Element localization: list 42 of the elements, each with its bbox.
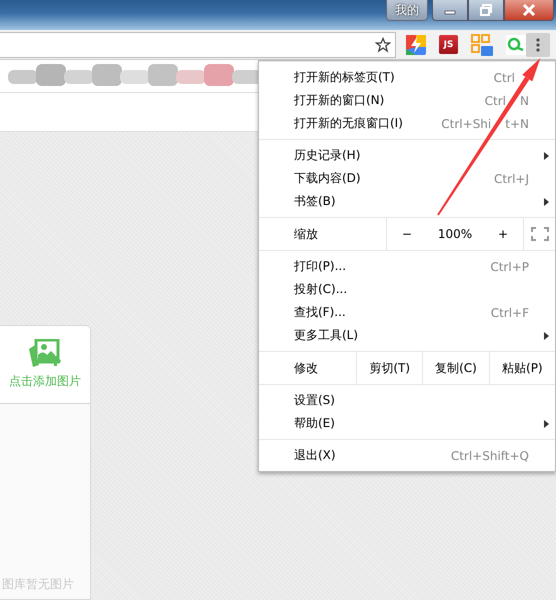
minimize-button[interactable]: [432, 0, 468, 21]
menu-button[interactable]: [526, 32, 550, 56]
zoom-out-button[interactable]: −: [397, 227, 418, 241]
menu-item[interactable]: 书签(B): [259, 190, 555, 213]
shortcut-text: Ctrl+F: [490, 306, 529, 320]
menu-item[interactable]: 打印(P)... Ctrl+P: [259, 255, 555, 278]
zoom-in-button[interactable]: +: [492, 227, 513, 241]
close-icon: [522, 4, 536, 16]
edit-button[interactable]: 复制(C): [422, 352, 489, 384]
edit-button[interactable]: 粘贴(P): [488, 352, 555, 384]
add-image-icon: [27, 339, 63, 369]
more-icon: [536, 38, 540, 52]
bolt-icon[interactable]: [406, 34, 426, 54]
menu-item[interactable]: 帮助(E): [259, 412, 555, 435]
star-icon: [375, 36, 391, 52]
shortcut-text: Ctrl+J: [494, 172, 529, 186]
restore-icon: [480, 4, 492, 16]
menu-item[interactable]: 更多工具(L): [259, 324, 555, 347]
menu-item[interactable]: 下载内容(D) Ctrl+J: [259, 167, 555, 190]
js-extension-icon[interactable]: JS: [439, 35, 458, 54]
edit-label: 修改: [293, 360, 319, 376]
menu-item[interactable]: 查找(F)... Ctrl+F: [259, 301, 555, 324]
fullscreen-icon: [530, 227, 548, 241]
shortcut-text: N: [520, 94, 529, 108]
zoom-label: 缩放: [293, 226, 319, 242]
menu-item[interactable]: 打开新的窗口(N) Ctrl N: [259, 89, 555, 112]
edit-button[interactable]: 剪切(T): [356, 352, 422, 384]
close-button[interactable]: [504, 0, 554, 21]
zoom-level: 100%: [436, 227, 474, 241]
menu-item[interactable]: 打开新的无痕窗口(I) Ctrl+Shi t+N: [259, 112, 555, 135]
shortcut-text: Ctrl: [494, 70, 515, 84]
shortcut-text: Ctrl+P: [490, 260, 529, 274]
menu-item[interactable]: 设置(S): [259, 389, 555, 412]
shortcut-text: Ctrl+Shift+Q: [450, 448, 529, 462]
qr-code-icon[interactable]: [471, 34, 493, 56]
shortcut-text: Ctrl: [484, 94, 506, 108]
shortcut-text: Ctrl+Shi: [441, 116, 492, 130]
menu-item[interactable]: 历史记录(H): [259, 144, 555, 167]
menu-item[interactable]: 退出(X) Ctrl+Shift+Q: [259, 444, 555, 467]
shortcut-text: t+N: [505, 116, 529, 130]
restore-button[interactable]: [468, 0, 504, 21]
menu-item[interactable]: 投射(C)...: [259, 278, 555, 301]
